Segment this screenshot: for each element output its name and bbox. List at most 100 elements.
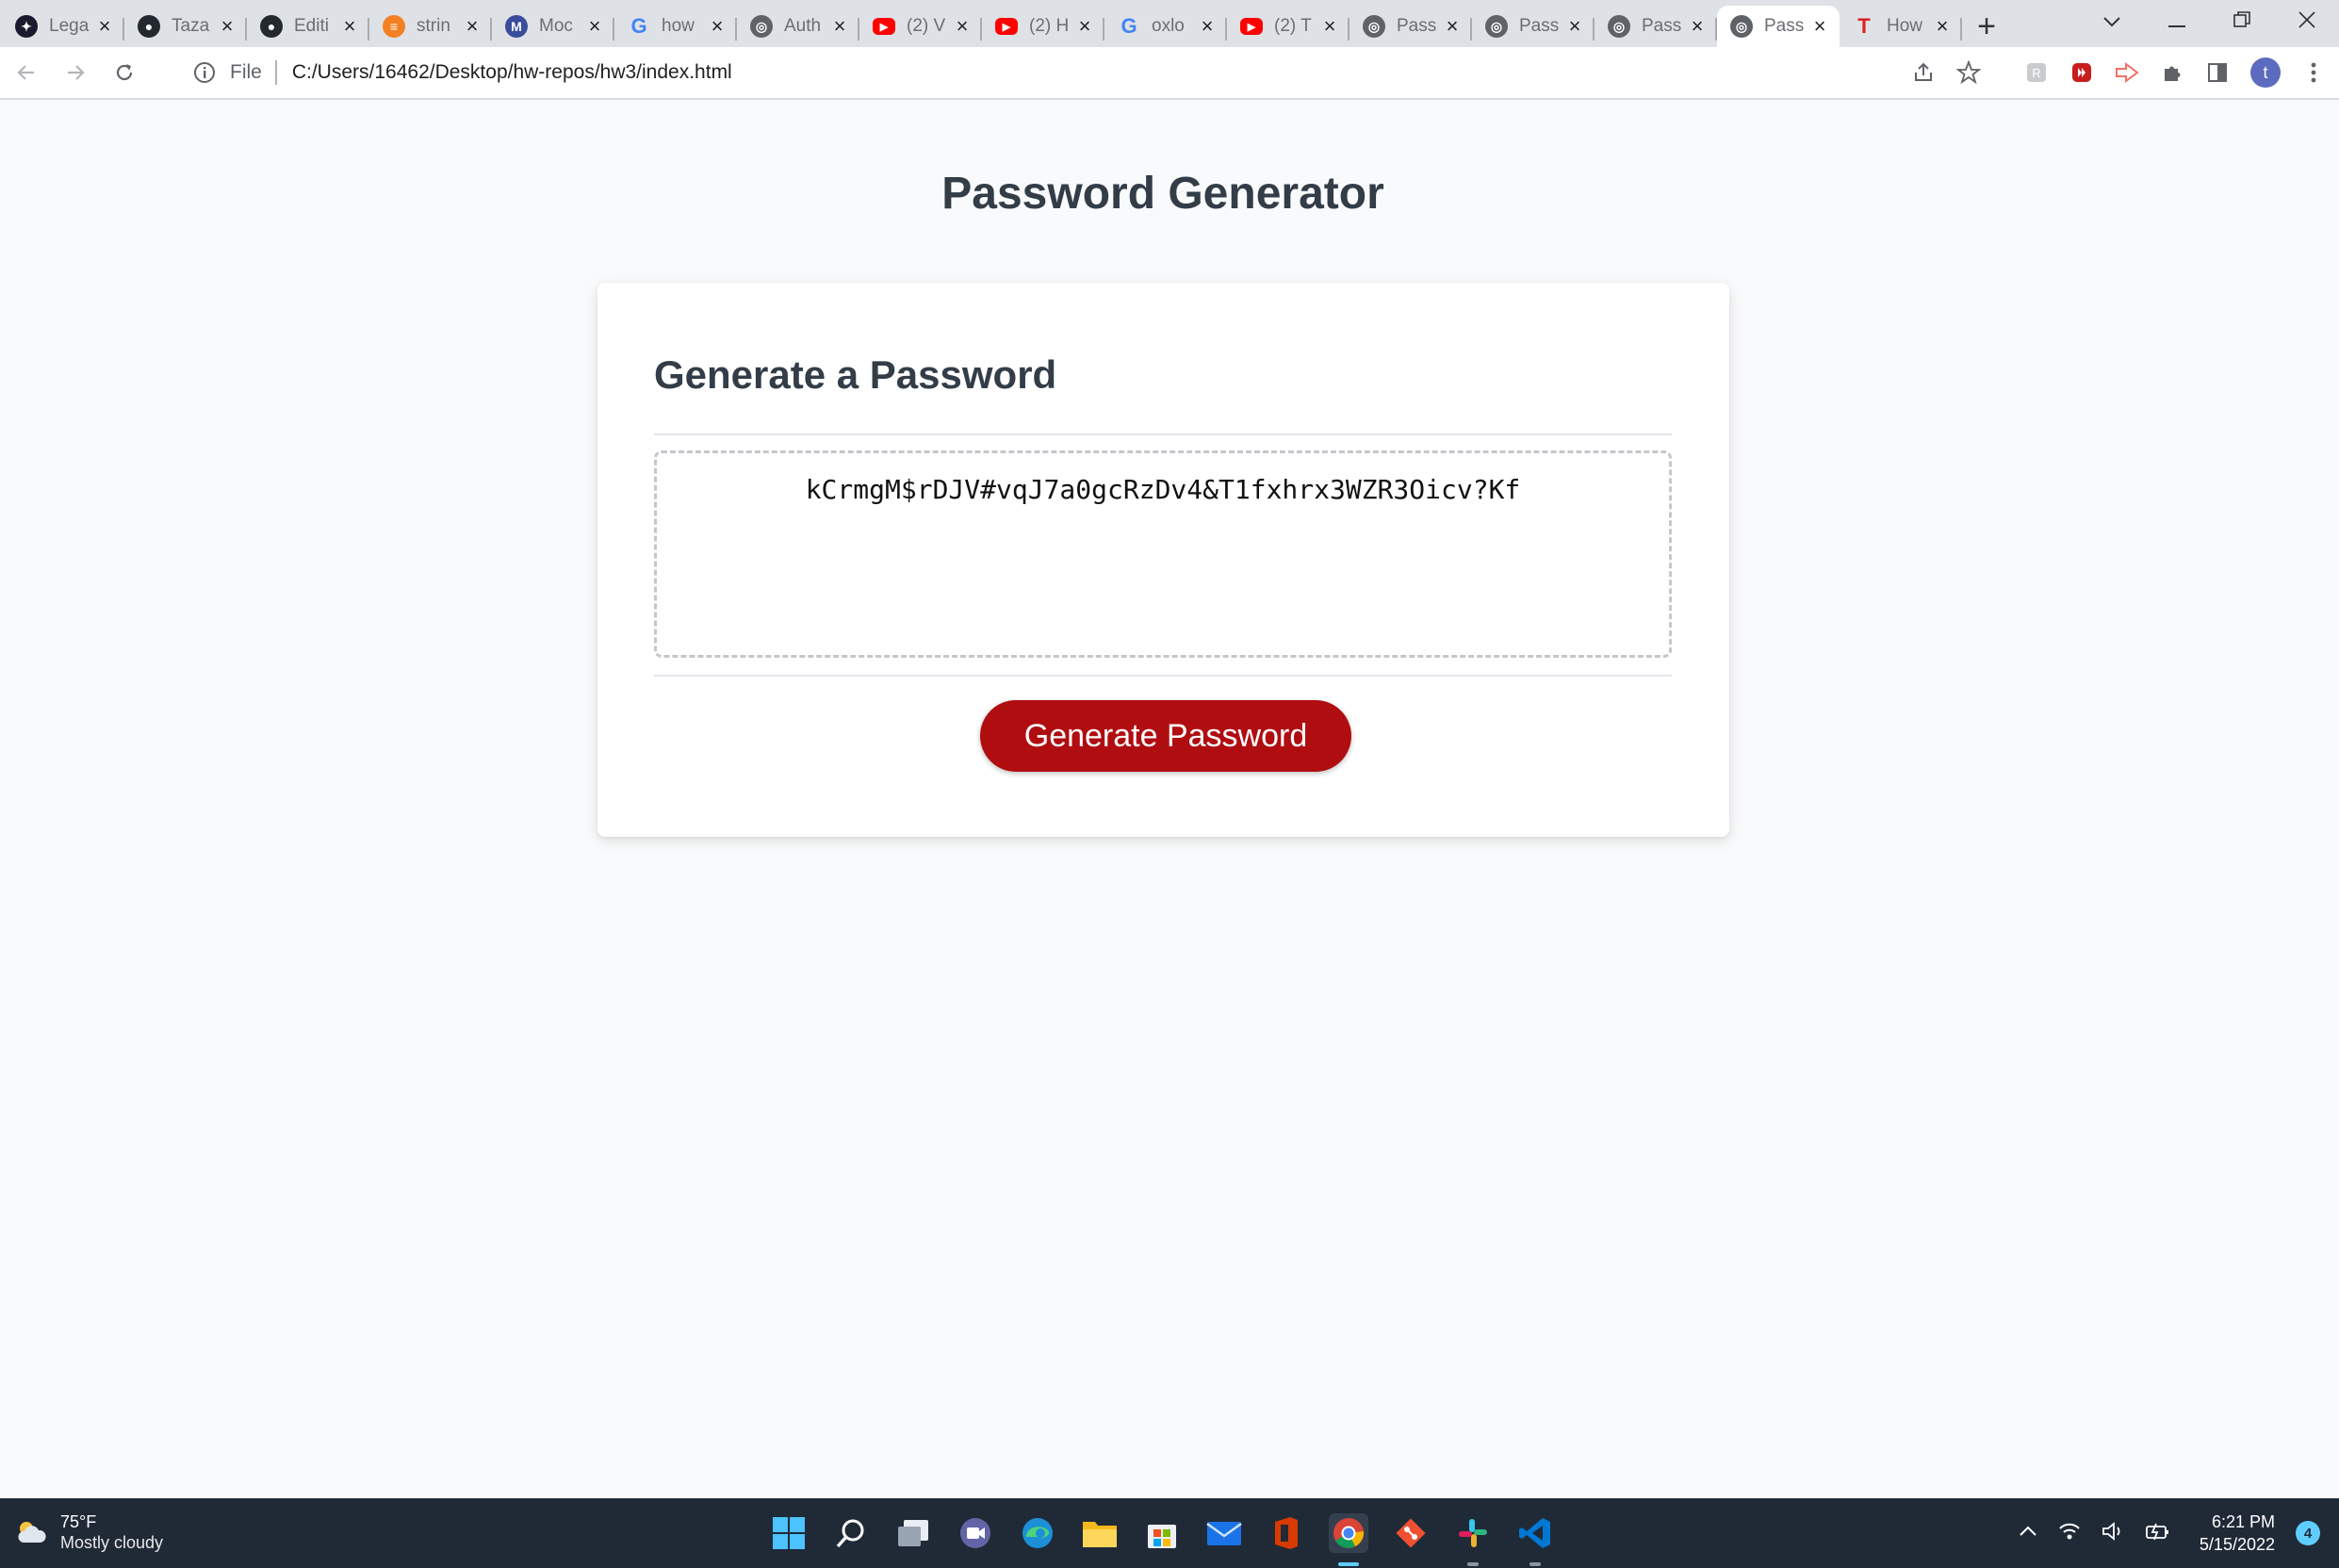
extension-reader-icon[interactable]: R bbox=[2024, 60, 2049, 85]
system-clock[interactable]: 6:21 PM 5/15/2022 bbox=[2200, 1511, 2275, 1556]
restore-button[interactable] bbox=[2209, 8, 2274, 35]
vscode-icon[interactable] bbox=[1515, 1513, 1555, 1566]
chrome-icon[interactable] bbox=[1329, 1513, 1368, 1566]
tab-title: (2) V bbox=[907, 16, 946, 36]
office-icon[interactable] bbox=[1267, 1513, 1306, 1553]
tab-close-icon[interactable]: × bbox=[952, 16, 973, 37]
tab-close-icon[interactable]: × bbox=[462, 16, 483, 37]
windows-taskbar: 75°F Mostly cloudy 6:21 PM 5/15/2022 4 bbox=[0, 1498, 2339, 1568]
taskbar-apps bbox=[769, 1498, 1555, 1568]
browser-tab[interactable]: T How × bbox=[1840, 6, 1962, 47]
tab-title: Editi bbox=[294, 16, 329, 36]
menu-kebab-icon[interactable] bbox=[2301, 60, 2326, 85]
extension-arrow-icon[interactable] bbox=[2115, 60, 2139, 85]
tab-close-icon[interactable]: × bbox=[1809, 16, 1830, 37]
tab-close-icon[interactable]: × bbox=[584, 16, 605, 37]
browser-tab[interactable]: ≡ strin × bbox=[369, 6, 492, 47]
notification-badge[interactable]: 4 bbox=[2296, 1521, 2320, 1545]
extension-video-icon[interactable] bbox=[2069, 60, 2094, 85]
teams-chat-icon[interactable] bbox=[956, 1513, 995, 1553]
browser-tab[interactable]: ◎ Pass × bbox=[1717, 6, 1840, 47]
tab-close-icon[interactable]: × bbox=[1564, 16, 1585, 37]
clock-date: 5/15/2022 bbox=[2199, 1535, 2275, 1554]
weather-widget[interactable]: 75°F Mostly cloudy bbox=[15, 1511, 163, 1553]
tab-close-icon[interactable]: × bbox=[1074, 16, 1095, 37]
tab-title: Auth bbox=[784, 16, 822, 36]
codewars-icon: ✦ bbox=[15, 15, 38, 38]
tab-title: Pass bbox=[1642, 16, 1682, 36]
browser-tab[interactable]: ● Editi × bbox=[247, 6, 369, 47]
tab-title: Moc bbox=[539, 16, 573, 36]
password-card: Generate a Password kCrmgM$rDJV#vqJ7a0gc… bbox=[597, 283, 1729, 837]
info-icon[interactable] bbox=[192, 60, 217, 85]
tab-close-icon[interactable]: × bbox=[339, 16, 360, 37]
browser-tab[interactable]: ▶ (2) T × bbox=[1227, 6, 1349, 47]
close-window-button[interactable] bbox=[2274, 8, 2339, 35]
browser-tab[interactable]: ● Taza × bbox=[124, 6, 247, 47]
forward-button[interactable] bbox=[53, 50, 98, 95]
globe-icon: ◎ bbox=[1485, 15, 1508, 38]
generate-password-button[interactable]: Generate Password bbox=[980, 700, 1351, 772]
start-windows-icon[interactable] bbox=[769, 1513, 809, 1553]
bookmark-star-icon[interactable] bbox=[1956, 60, 1981, 85]
tab-close-icon[interactable]: × bbox=[94, 16, 115, 37]
side-panel-icon[interactable] bbox=[2205, 60, 2230, 85]
browser-tab[interactable]: ▶ (2) V × bbox=[859, 6, 982, 47]
stackoverflow-icon: ≡ bbox=[383, 15, 405, 38]
github-icon: ● bbox=[138, 15, 160, 38]
toolbar-actions: R t bbox=[1911, 57, 2339, 88]
share-icon[interactable] bbox=[1911, 60, 1936, 85]
tab-close-icon[interactable]: × bbox=[1687, 16, 1708, 37]
mock-icon: M bbox=[505, 15, 528, 38]
tab-close-icon[interactable]: × bbox=[1442, 16, 1463, 37]
tab-close-icon[interactable]: × bbox=[217, 16, 237, 37]
t-icon: T bbox=[1857, 14, 1871, 38]
new-tab-button[interactable]: + bbox=[1962, 6, 2011, 47]
browser-tab[interactable]: M Moc × bbox=[492, 6, 614, 47]
tab-close-icon[interactable]: × bbox=[829, 16, 850, 37]
git-icon[interactable] bbox=[1391, 1513, 1431, 1553]
extensions-puzzle-icon[interactable] bbox=[2160, 60, 2184, 85]
reload-button[interactable] bbox=[102, 50, 147, 95]
tab-title: Pass bbox=[1519, 16, 1560, 36]
browser-tab[interactable]: ▶ (2) H × bbox=[982, 6, 1104, 47]
chevron-up-icon[interactable] bbox=[2019, 1525, 2037, 1542]
address-bar[interactable]: File C:/Users/16462/Desktop/hw-repos/hw3… bbox=[179, 53, 1911, 92]
password-output[interactable]: kCrmgM$rDJV#vqJ7a0gcRzDv4&T1fxhrx3WZR3Oi… bbox=[654, 450, 1672, 658]
tab-title: oxlo bbox=[1152, 16, 1185, 36]
wifi-icon[interactable] bbox=[2058, 1522, 2081, 1545]
battery-charging-icon[interactable] bbox=[2145, 1522, 2169, 1545]
tab-close-icon[interactable]: × bbox=[707, 16, 728, 37]
back-arrow-icon bbox=[17, 65, 34, 80]
tab-close-icon[interactable]: × bbox=[1319, 16, 1340, 37]
globe-icon: ◎ bbox=[1363, 15, 1385, 38]
tab-title: (2) T bbox=[1274, 16, 1312, 36]
minimize-button[interactable] bbox=[2144, 8, 2209, 35]
globe-icon: ◎ bbox=[750, 15, 773, 38]
browser-tab[interactable]: ◎ Pass × bbox=[1472, 6, 1595, 47]
scheme-label: File bbox=[230, 61, 262, 83]
slack-icon[interactable] bbox=[1453, 1513, 1493, 1566]
browser-tab[interactable]: ◎ Pass × bbox=[1595, 6, 1717, 47]
back-button[interactable] bbox=[4, 50, 49, 95]
tab-title: (2) H bbox=[1029, 16, 1070, 36]
search-icon[interactable] bbox=[831, 1513, 871, 1553]
profile-avatar[interactable]: t bbox=[2250, 57, 2281, 88]
task-view-icon[interactable] bbox=[893, 1513, 933, 1553]
edge-browser-icon[interactable] bbox=[1018, 1513, 1057, 1553]
volume-icon[interactable] bbox=[2102, 1521, 2124, 1545]
tab-title: Pass bbox=[1397, 16, 1437, 36]
browser-tab[interactable]: ✦ Lega × bbox=[2, 6, 124, 47]
tab-title: Taza bbox=[172, 16, 210, 36]
browser-tab[interactable]: ◎ Pass × bbox=[1349, 6, 1472, 47]
browser-tab[interactable]: ◎ Auth × bbox=[737, 6, 859, 47]
mail-icon[interactable] bbox=[1204, 1513, 1244, 1553]
browser-tab[interactable]: Ghow × bbox=[614, 6, 737, 47]
browser-tab[interactable]: Goxlo × bbox=[1104, 6, 1227, 47]
url-text[interactable]: C:/Users/16462/Desktop/hw-repos/hw3/inde… bbox=[292, 61, 732, 84]
file-explorer-icon[interactable] bbox=[1080, 1513, 1120, 1553]
microsoft-store-icon[interactable] bbox=[1142, 1513, 1182, 1553]
tab-close-icon[interactable]: × bbox=[1932, 16, 1953, 37]
tab-close-icon[interactable]: × bbox=[1197, 16, 1218, 37]
tab-search-icon[interactable] bbox=[2079, 8, 2144, 35]
